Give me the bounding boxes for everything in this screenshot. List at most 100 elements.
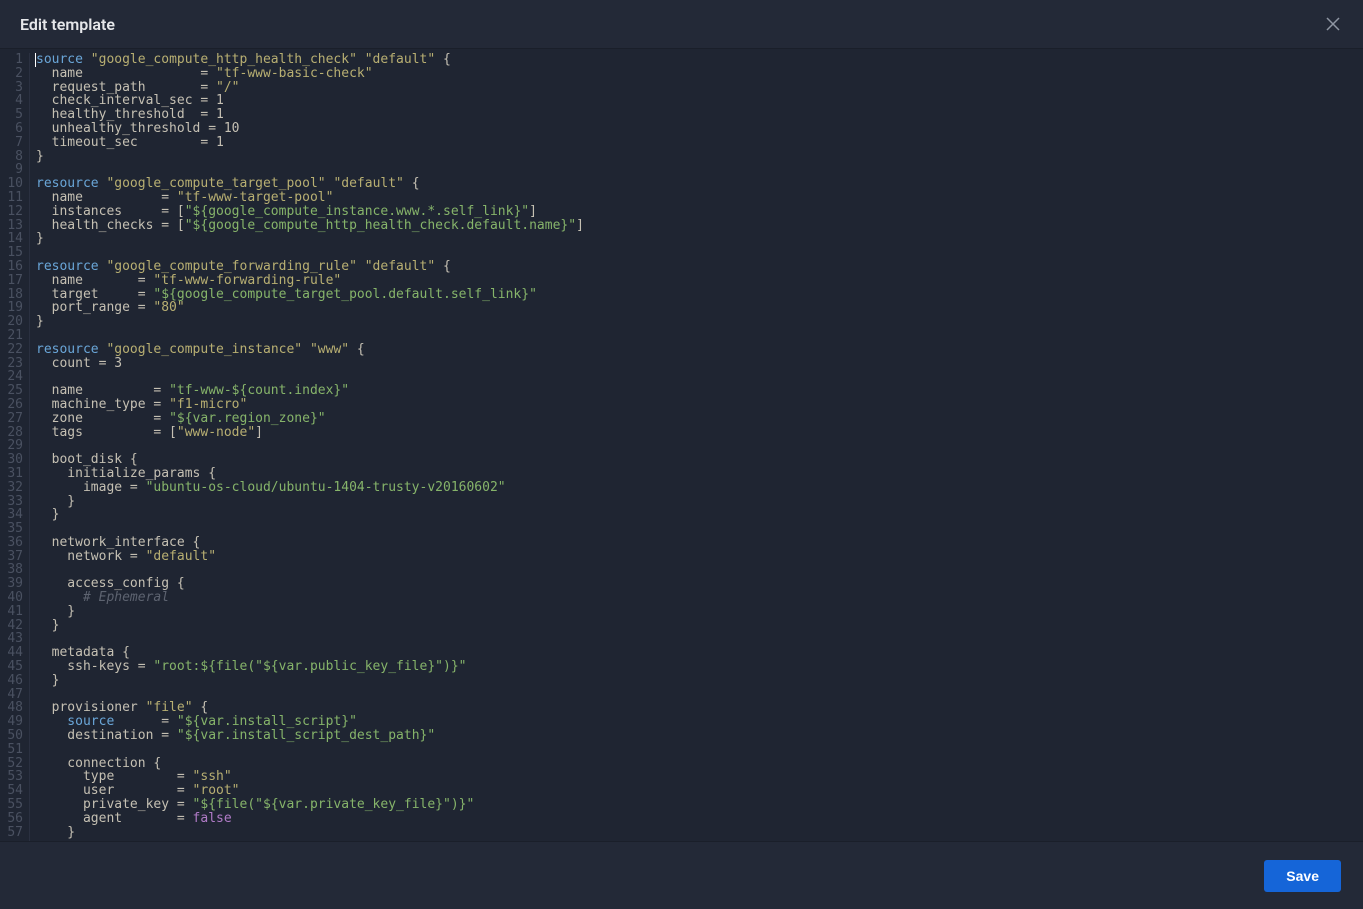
line-number: 16 bbox=[0, 260, 23, 274]
save-button[interactable]: Save bbox=[1264, 860, 1341, 892]
code-line[interactable]: network_interface { bbox=[36, 536, 1363, 550]
modal-title: Edit template bbox=[20, 15, 115, 34]
line-number: 20 bbox=[0, 315, 23, 329]
code-line[interactable]: network = "default" bbox=[36, 550, 1363, 564]
code-line[interactable] bbox=[36, 329, 1363, 343]
line-number: 45 bbox=[0, 660, 23, 674]
code-line[interactable]: agent = false bbox=[36, 812, 1363, 826]
code-line[interactable] bbox=[36, 246, 1363, 260]
code-line[interactable]: request_path = "/" bbox=[36, 81, 1363, 95]
code-line[interactable]: resource "google_compute_target_pool" "d… bbox=[36, 177, 1363, 191]
code-line[interactable]: user = "root" bbox=[36, 784, 1363, 798]
code-line[interactable] bbox=[36, 632, 1363, 646]
code-line[interactable]: unhealthy_threshold = 10 bbox=[36, 122, 1363, 136]
line-number: 40 bbox=[0, 591, 23, 605]
code-line[interactable]: } bbox=[36, 619, 1363, 633]
code-line[interactable]: name = "tf-www-${count.index}" bbox=[36, 384, 1363, 398]
code-line[interactable]: image = "ubuntu-os-cloud/ubuntu-1404-tru… bbox=[36, 481, 1363, 495]
line-number: 42 bbox=[0, 619, 23, 633]
code-line[interactable]: healthy_threshold = 1 bbox=[36, 108, 1363, 122]
line-number: 14 bbox=[0, 232, 23, 246]
line-number: 32 bbox=[0, 481, 23, 495]
code-content[interactable]: source "google_compute_http_health_check… bbox=[30, 53, 1363, 841]
code-line[interactable] bbox=[36, 439, 1363, 453]
code-line[interactable]: count = 3 bbox=[36, 357, 1363, 371]
code-line[interactable]: port_range = "80" bbox=[36, 301, 1363, 315]
line-number: 21 bbox=[0, 329, 23, 343]
line-number: 39 bbox=[0, 577, 23, 591]
code-line[interactable] bbox=[36, 688, 1363, 702]
line-number: 8 bbox=[0, 150, 23, 164]
code-line[interactable]: zone = "${var.region_zone}" bbox=[36, 412, 1363, 426]
code-line[interactable]: boot_disk { bbox=[36, 453, 1363, 467]
line-number: 36 bbox=[0, 536, 23, 550]
code-line[interactable] bbox=[36, 522, 1363, 536]
line-number: 2 bbox=[0, 67, 23, 81]
line-number: 18 bbox=[0, 288, 23, 302]
code-line[interactable]: } bbox=[36, 315, 1363, 329]
line-number: 54 bbox=[0, 784, 23, 798]
code-line[interactable] bbox=[36, 370, 1363, 384]
code-line[interactable]: initialize_params { bbox=[36, 467, 1363, 481]
line-number: 26 bbox=[0, 398, 23, 412]
line-number: 35 bbox=[0, 522, 23, 536]
line-number: 34 bbox=[0, 508, 23, 522]
line-number: 56 bbox=[0, 812, 23, 826]
code-line[interactable]: check_interval_sec = 1 bbox=[36, 94, 1363, 108]
code-line[interactable] bbox=[36, 163, 1363, 177]
line-number: 12 bbox=[0, 205, 23, 219]
code-line[interactable]: target = "${google_compute_target_pool.d… bbox=[36, 288, 1363, 302]
code-line[interactable]: } bbox=[36, 826, 1363, 840]
code-line[interactable]: type = "ssh" bbox=[36, 770, 1363, 784]
code-line[interactable]: machine_type = "f1-micro" bbox=[36, 398, 1363, 412]
line-number: 53 bbox=[0, 770, 23, 784]
line-number: 25 bbox=[0, 384, 23, 398]
line-number: 7 bbox=[0, 136, 23, 150]
modal-footer: Save bbox=[0, 841, 1363, 909]
code-line[interactable] bbox=[36, 563, 1363, 577]
line-number: 24 bbox=[0, 370, 23, 384]
code-line[interactable]: name = "tf-www-target-pool" bbox=[36, 191, 1363, 205]
code-line[interactable]: } bbox=[36, 605, 1363, 619]
code-line[interactable]: name = "tf-www-basic-check" bbox=[36, 67, 1363, 81]
code-line[interactable]: resource "google_compute_instance" "www"… bbox=[36, 343, 1363, 357]
code-line[interactable]: } bbox=[36, 674, 1363, 688]
code-line[interactable]: access_config { bbox=[36, 577, 1363, 591]
code-line[interactable]: instances = ["${google_compute_instance.… bbox=[36, 205, 1363, 219]
code-line[interactable]: provisioner "file" { bbox=[36, 701, 1363, 715]
code-line[interactable]: } bbox=[36, 508, 1363, 522]
code-line[interactable]: } bbox=[36, 150, 1363, 164]
code-line[interactable]: timeout_sec = 1 bbox=[36, 136, 1363, 150]
code-line[interactable]: tags = ["www-node"] bbox=[36, 426, 1363, 440]
code-line[interactable]: } bbox=[36, 232, 1363, 246]
code-line[interactable]: metadata { bbox=[36, 646, 1363, 660]
code-line[interactable]: name = "tf-www-forwarding-rule" bbox=[36, 274, 1363, 288]
code-line[interactable]: connection { bbox=[36, 757, 1363, 771]
line-number: 57 bbox=[0, 826, 23, 840]
code-line[interactable]: # Ephemeral bbox=[36, 591, 1363, 605]
line-number: 37 bbox=[0, 550, 23, 564]
line-number: 50 bbox=[0, 729, 23, 743]
code-line[interactable]: destination = "${var.install_script_dest… bbox=[36, 729, 1363, 743]
code-line[interactable]: private_key = "${file("${var.private_key… bbox=[36, 798, 1363, 812]
line-number: 41 bbox=[0, 605, 23, 619]
line-number: 38 bbox=[0, 563, 23, 577]
code-editor[interactable]: 1234567891011121314151617181920212223242… bbox=[0, 49, 1363, 841]
line-number: 17 bbox=[0, 274, 23, 288]
line-number: 6 bbox=[0, 122, 23, 136]
line-number: 44 bbox=[0, 646, 23, 660]
line-number: 3 bbox=[0, 81, 23, 95]
line-number: 13 bbox=[0, 219, 23, 233]
code-line[interactable]: } bbox=[36, 495, 1363, 509]
code-line[interactable]: source "google_compute_http_health_check… bbox=[36, 53, 1363, 67]
code-line[interactable] bbox=[36, 743, 1363, 757]
line-number: 10 bbox=[0, 177, 23, 191]
code-line[interactable]: source = "${var.install_script}" bbox=[36, 715, 1363, 729]
code-line[interactable]: health_checks = ["${google_compute_http_… bbox=[36, 219, 1363, 233]
line-number: 28 bbox=[0, 426, 23, 440]
line-number: 48 bbox=[0, 701, 23, 715]
code-line[interactable]: resource "google_compute_forwarding_rule… bbox=[36, 260, 1363, 274]
code-line[interactable]: ssh-keys = "root:${file("${var.public_ke… bbox=[36, 660, 1363, 674]
line-number: 47 bbox=[0, 688, 23, 702]
close-icon[interactable] bbox=[1323, 14, 1343, 34]
